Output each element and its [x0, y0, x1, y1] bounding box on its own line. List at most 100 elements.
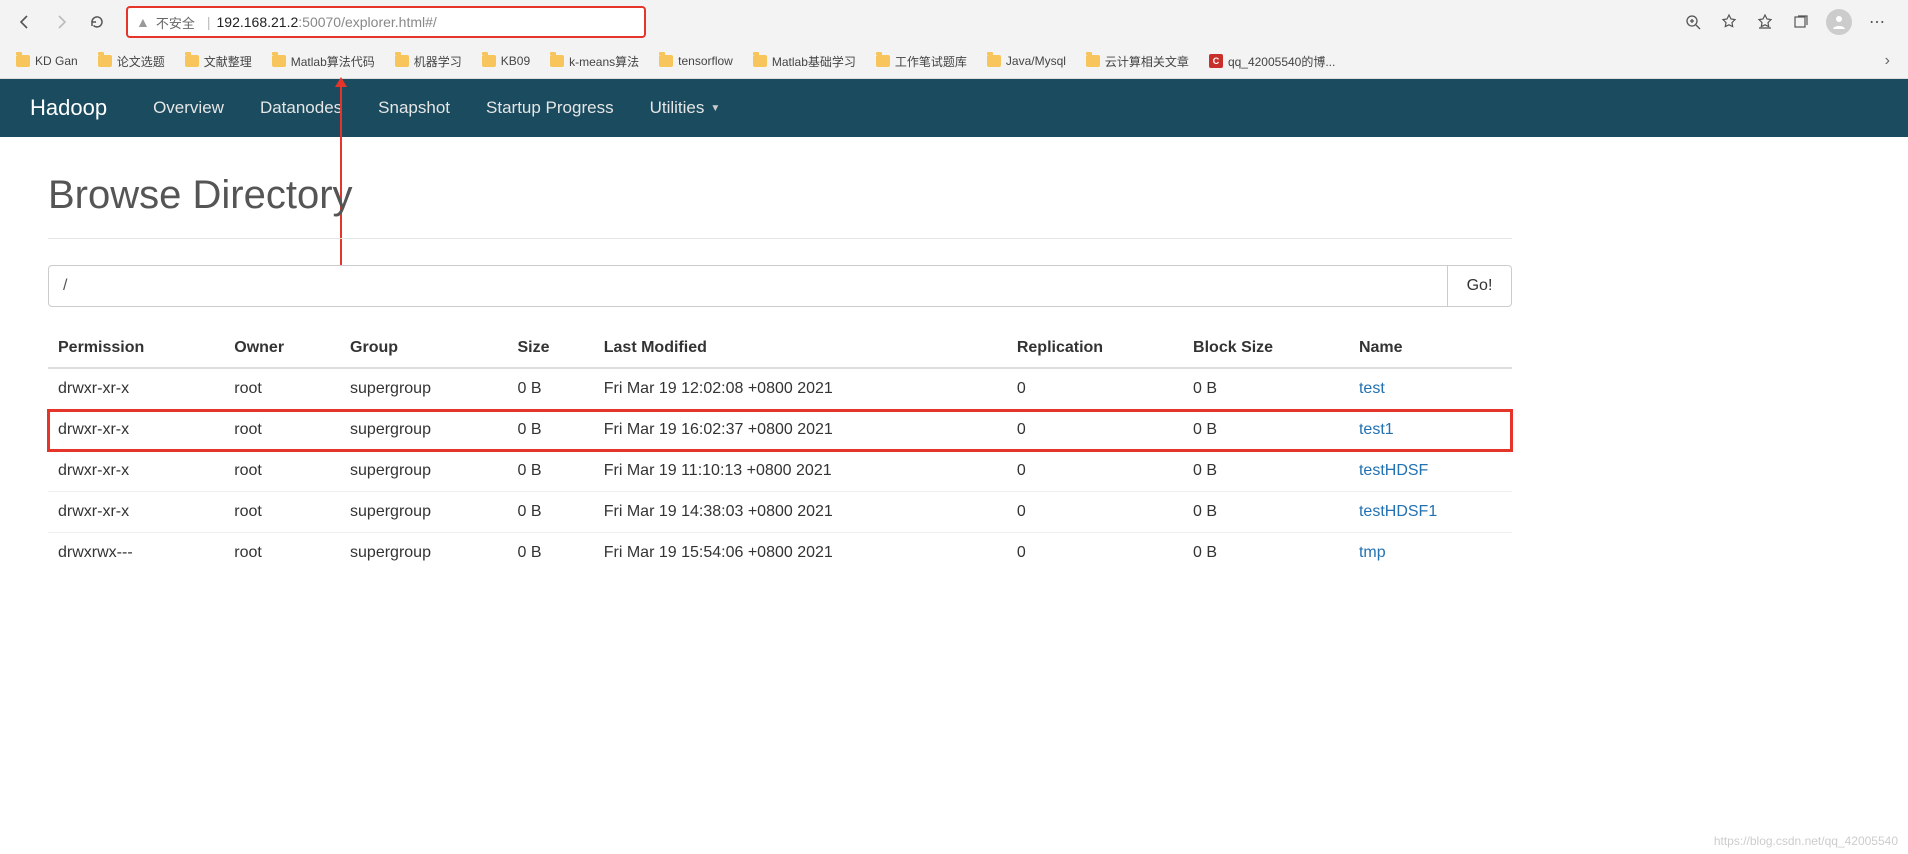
table-cell-name: tmp: [1349, 533, 1512, 574]
favorite-icon[interactable]: [1718, 11, 1740, 33]
browser-toolbar: ▲ 不安全 | 192.168.21.2:50070/explorer.html…: [0, 0, 1908, 44]
table-cell-name: testHDSF: [1349, 451, 1512, 492]
back-button[interactable]: [10, 7, 40, 37]
column-header[interactable]: Permission: [48, 329, 224, 368]
csdn-icon: C: [1209, 54, 1223, 68]
table-cell: Fri Mar 19 15:54:06 +0800 2021: [594, 533, 1007, 574]
nav-link-snapshot[interactable]: Snapshot: [378, 98, 450, 118]
bookmark-item[interactable]: KD Gan: [8, 50, 86, 72]
bookmark-item[interactable]: 机器学习: [387, 49, 470, 74]
bookmark-item[interactable]: 云计算相关文章: [1078, 49, 1197, 74]
hadoop-brand[interactable]: Hadoop: [30, 95, 107, 121]
bookmark-label: KD Gan: [35, 54, 78, 68]
table-cell: 0 B: [507, 368, 593, 410]
divider: [48, 238, 1512, 239]
directory-link[interactable]: test: [1359, 380, 1385, 397]
bookmark-label: 工作笔试题库: [895, 53, 967, 70]
nav-link-utilities[interactable]: Utilities▼: [650, 98, 721, 118]
table-cell: root: [224, 492, 340, 533]
bookmark-label: Java/Mysql: [1006, 54, 1066, 68]
directory-link[interactable]: testHDSF: [1359, 462, 1428, 479]
bookmark-item[interactable]: 论文选题: [90, 49, 173, 74]
table-cell: 0: [1007, 533, 1183, 574]
insecure-icon: ▲: [136, 14, 150, 30]
table-cell: drwxr-xr-x: [48, 492, 224, 533]
column-header[interactable]: Replication: [1007, 329, 1183, 368]
bookmark-label: tensorflow: [678, 54, 733, 68]
page-wrapper: Hadoop Overview Datanodes Snapshot Startup …: [0, 79, 1908, 609]
bookmarks-overflow-icon[interactable]: ›: [1875, 52, 1900, 70]
bookmark-item[interactable]: Java/Mysql: [979, 50, 1074, 72]
table-cell: root: [224, 410, 340, 451]
bookmark-item[interactable]: Cqq_42005540的博...: [1201, 49, 1343, 74]
collections-icon[interactable]: [1790, 11, 1812, 33]
table-cell: supergroup: [340, 368, 507, 410]
toolbar-right-icons: ⋯: [1682, 9, 1898, 35]
column-header[interactable]: Group: [340, 329, 507, 368]
profile-avatar[interactable]: [1826, 9, 1852, 35]
watermark: https://blog.csdn.net/qq_42005540: [1714, 834, 1898, 848]
table-cell: Fri Mar 19 11:10:13 +0800 2021: [594, 451, 1007, 492]
path-input[interactable]: [48, 265, 1448, 307]
folder-icon: [753, 55, 767, 67]
zoom-icon[interactable]: [1682, 11, 1704, 33]
table-cell-name: testHDSF1: [1349, 492, 1512, 533]
column-header[interactable]: Block Size: [1183, 329, 1349, 368]
favorites-list-icon[interactable]: [1754, 11, 1776, 33]
nav-link-overview[interactable]: Overview: [153, 98, 224, 118]
directory-link[interactable]: test1: [1359, 421, 1394, 438]
bookmark-item[interactable]: Matlab算法代码: [264, 49, 383, 74]
bookmark-label: Matlab基础学习: [772, 53, 856, 70]
forward-button[interactable]: [46, 7, 76, 37]
hadoop-nav: Hadoop Overview Datanodes Snapshot Startup …: [0, 79, 1908, 137]
table-row: drwxrwx---rootsupergroup0 BFri Mar 19 15…: [48, 533, 1512, 574]
folder-icon: [395, 55, 409, 67]
folder-icon: [659, 55, 673, 67]
folder-icon: [98, 55, 112, 67]
table-cell: root: [224, 533, 340, 574]
table-cell: Fri Mar 19 16:02:37 +0800 2021: [594, 410, 1007, 451]
bookmark-item[interactable]: KB09: [474, 50, 538, 72]
table-cell: drwxr-xr-x: [48, 451, 224, 492]
go-button[interactable]: Go!: [1448, 265, 1512, 307]
table-cell: root: [224, 451, 340, 492]
path-input-row: Go!: [48, 265, 1512, 307]
directory-link[interactable]: testHDSF1: [1359, 503, 1437, 520]
column-header[interactable]: Size: [507, 329, 593, 368]
table-cell: 0: [1007, 492, 1183, 533]
bookmark-label: 云计算相关文章: [1105, 53, 1189, 70]
bookmark-item[interactable]: k-means算法: [542, 49, 647, 74]
table-cell: drwxr-xr-x: [48, 410, 224, 451]
folder-icon: [876, 55, 890, 67]
bookmark-label: Matlab算法代码: [291, 53, 375, 70]
menu-icon[interactable]: ⋯: [1866, 11, 1888, 33]
bookmark-item[interactable]: 工作笔试题库: [868, 49, 975, 74]
bookmark-label: qq_42005540的博...: [1228, 53, 1335, 70]
bookmark-item[interactable]: Matlab基础学习: [745, 49, 864, 74]
table-cell: 0 B: [507, 492, 593, 533]
column-header[interactable]: Last Modified: [594, 329, 1007, 368]
bookmark-label: k-means算法: [569, 53, 639, 70]
table-cell: drwxr-xr-x: [48, 368, 224, 410]
folder-icon: [482, 55, 496, 67]
table-cell-name: test1: [1349, 410, 1512, 451]
table-cell: 0 B: [1183, 368, 1349, 410]
bookmark-label: 文献整理: [204, 53, 252, 70]
table-cell: 0: [1007, 368, 1183, 410]
table-row: drwxr-xr-xrootsupergroup0 BFri Mar 19 16…: [48, 410, 1512, 451]
bookmark-item[interactable]: tensorflow: [651, 50, 741, 72]
folder-icon: [185, 55, 199, 67]
insecure-label: 不安全: [156, 13, 195, 32]
table-cell: 0: [1007, 451, 1183, 492]
table-cell: supergroup: [340, 492, 507, 533]
table-cell-name: test: [1349, 368, 1512, 410]
refresh-button[interactable]: [82, 7, 112, 37]
bookmark-item[interactable]: 文献整理: [177, 49, 260, 74]
nav-link-datanodes[interactable]: Datanodes: [260, 98, 342, 118]
address-bar[interactable]: ▲ 不安全 | 192.168.21.2:50070/explorer.html…: [126, 6, 646, 38]
column-header[interactable]: Name: [1349, 329, 1512, 368]
directory-link[interactable]: tmp: [1359, 544, 1386, 561]
table-cell: 0 B: [1183, 451, 1349, 492]
nav-link-startup-progress[interactable]: Startup Progress: [486, 98, 614, 118]
column-header[interactable]: Owner: [224, 329, 340, 368]
